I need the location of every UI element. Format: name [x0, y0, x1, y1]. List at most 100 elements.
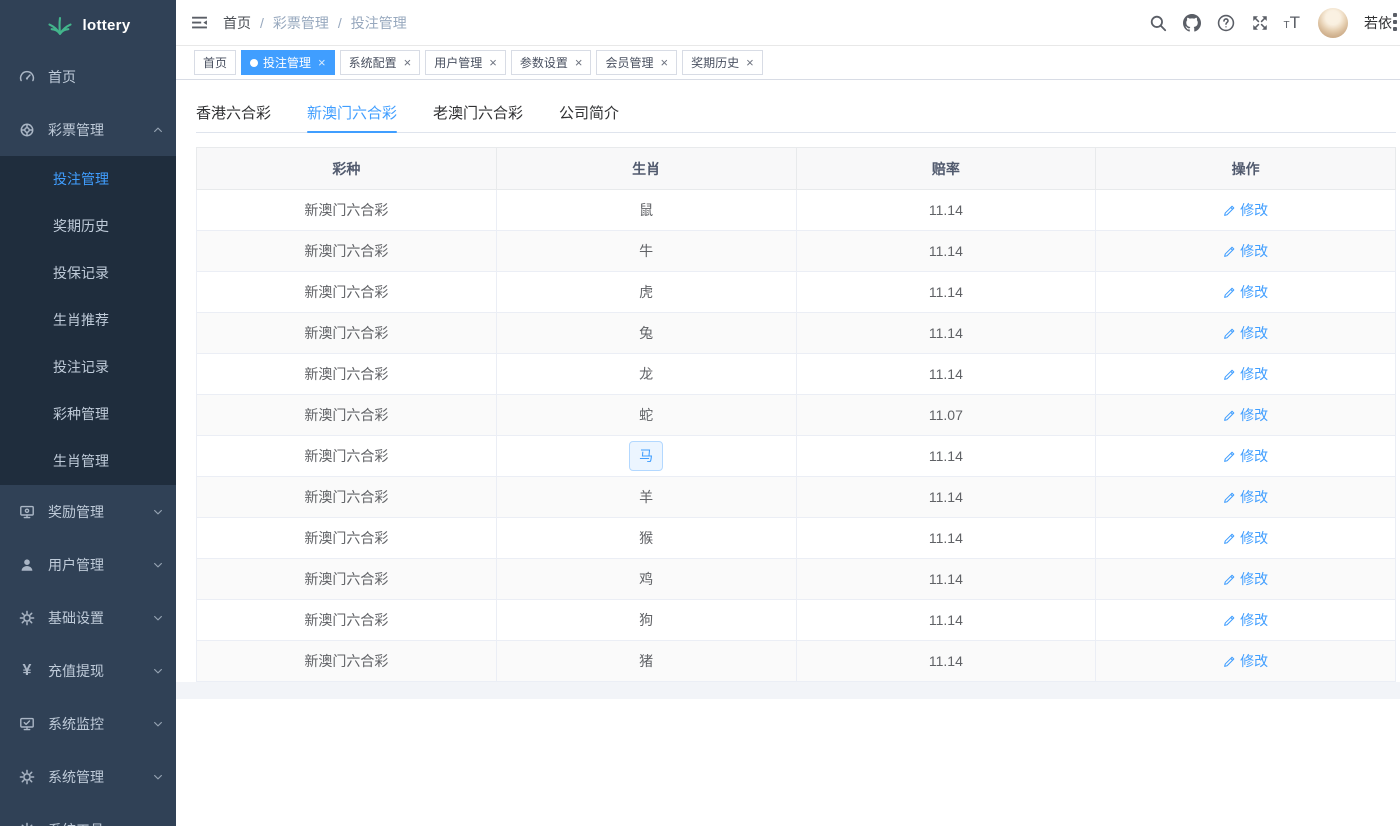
edit-button[interactable]: 修改: [1223, 610, 1268, 630]
cell-odds: 11.14: [796, 231, 1096, 272]
cell-action: 修改: [1096, 313, 1396, 354]
edit-label: 修改: [1240, 282, 1268, 302]
cell-lottery-type: 新澳门六合彩: [197, 231, 497, 272]
logo-text: lottery: [83, 17, 131, 34]
edit-label: 修改: [1240, 323, 1268, 343]
cell-action: 修改: [1096, 436, 1396, 477]
sidebar-item-system-monitor[interactable]: 系统监控: [0, 697, 176, 750]
cell-zodiac: 龙: [496, 354, 796, 395]
monitor-check-icon: [18, 715, 36, 733]
tab-new-macau-lottery[interactable]: 新澳门六合彩: [307, 93, 397, 132]
submenu-item-insure-records[interactable]: 投保记录: [0, 250, 176, 297]
edit-button[interactable]: 修改: [1223, 651, 1268, 671]
submenu-item-draw-history[interactable]: 奖期历史: [0, 203, 176, 250]
sidebar-item-label: 奖励管理: [48, 502, 152, 522]
table-row: 新澳门六合彩龙11.14修改: [197, 354, 1396, 395]
fullscreen-icon[interactable]: [1250, 13, 1270, 33]
odds-table-body: 新澳门六合彩鼠11.14修改新澳门六合彩牛11.14修改新澳门六合彩虎11.14…: [197, 190, 1396, 682]
submenu-item-zodiac-recommend[interactable]: 生肖推荐: [0, 297, 176, 344]
cell-lottery-type: 新澳门六合彩: [197, 395, 497, 436]
sidebar-toggle-icon[interactable]: [176, 0, 223, 45]
gear-icon: [18, 768, 36, 786]
sidebar-item-label: 充值提现: [48, 661, 152, 681]
chevron-down-icon: [152, 771, 164, 783]
edit-button[interactable]: 修改: [1223, 487, 1268, 507]
submenu-item-bet-manage[interactable]: 投注管理: [0, 156, 176, 203]
tag-close-icon[interactable]: ×: [746, 56, 754, 69]
chevron-down-icon: [152, 718, 164, 730]
breadcrumb: 首页 / 彩票管理 / 投注管理: [223, 13, 407, 33]
sidebar-item-home[interactable]: 首页: [0, 50, 176, 103]
tag-home[interactable]: 首页: [194, 50, 236, 75]
leaf-logo-icon: [46, 14, 74, 36]
search-icon[interactable]: [1148, 13, 1168, 33]
column-header: 彩种: [197, 148, 497, 190]
tab-old-macau-lottery[interactable]: 老澳门六合彩: [433, 93, 523, 132]
edit-button[interactable]: 修改: [1223, 200, 1268, 220]
submenu-item-zodiac-manage[interactable]: 生肖管理: [0, 438, 176, 485]
tag-param-settings[interactable]: 参数设置×: [511, 50, 592, 75]
table-row: 新澳门六合彩马11.14修改: [197, 436, 1396, 477]
cell-action: 修改: [1096, 559, 1396, 600]
logo[interactable]: lottery: [0, 0, 176, 50]
tag-bet-manage[interactable]: 投注管理×: [241, 50, 335, 75]
sidebar-item-lottery-manage[interactable]: 彩票管理: [0, 103, 176, 156]
username[interactable]: 若依: [1364, 13, 1392, 33]
cell-odds: 11.14: [796, 600, 1096, 641]
gear-icon: [18, 821, 36, 826]
sidebar-item-system-tools[interactable]: 系统工具: [0, 803, 176, 826]
tag-close-icon[interactable]: ×: [660, 56, 668, 69]
submenu-item-bet-records[interactable]: 投注记录: [0, 344, 176, 391]
breadcrumb-home[interactable]: 首页: [223, 13, 251, 33]
edit-pencil-icon: [1223, 573, 1236, 586]
cell-zodiac: 狗: [496, 600, 796, 641]
lifebuoy-icon: [18, 121, 36, 139]
cell-zodiac: 羊: [496, 477, 796, 518]
tag-close-icon[interactable]: ×: [318, 56, 326, 69]
cell-lottery-type: 新澳门六合彩: [197, 600, 497, 641]
help-icon[interactable]: [1216, 13, 1236, 33]
tag-label: 首页: [203, 54, 227, 71]
sidebar-item-system-manage[interactable]: 系统管理: [0, 750, 176, 803]
tag-label: 奖期历史: [691, 54, 739, 71]
tag-draw-history[interactable]: 奖期历史 ×: [682, 50, 763, 75]
edit-button[interactable]: 修改: [1223, 241, 1268, 261]
table-row: 新澳门六合彩牛11.14修改: [197, 231, 1396, 272]
tag-member-manage[interactable]: 会员管理×: [596, 50, 677, 75]
column-header: 操作: [1096, 148, 1396, 190]
zodiac-badge[interactable]: 马: [629, 441, 663, 471]
monitor-icon: [18, 503, 36, 521]
sidebar-item-label: 系统管理: [48, 767, 152, 787]
tab-hk-lottery[interactable]: 香港六合彩: [196, 93, 271, 132]
edit-button[interactable]: 修改: [1223, 405, 1268, 425]
cell-odds: 11.14: [796, 518, 1096, 559]
submenu-item-lottery-type-manage[interactable]: 彩种管理: [0, 391, 176, 438]
table-row: 新澳门六合彩狗11.14 修改: [197, 600, 1396, 641]
tag-system-config[interactable]: 系统配置×: [340, 50, 421, 75]
edit-button[interactable]: 修改: [1223, 364, 1268, 384]
edit-button[interactable]: 修改: [1223, 569, 1268, 589]
tag-close-icon[interactable]: ×: [404, 56, 412, 69]
edit-button[interactable]: 修改: [1223, 282, 1268, 302]
tag-user-manage[interactable]: 用户管理 ×: [425, 50, 506, 75]
more-options-icon[interactable]: [1393, 13, 1400, 31]
sidebar-item-user-manage[interactable]: 用户管理: [0, 538, 176, 591]
edit-button[interactable]: 修改: [1223, 528, 1268, 548]
edit-button[interactable]: 修改: [1223, 446, 1268, 466]
sidebar-item-basic-settings[interactable]: 基础设置: [0, 591, 176, 644]
font-size-icon[interactable]: TT: [1284, 14, 1301, 31]
table-row: 新澳门六合彩鸡11.14修改: [197, 559, 1396, 600]
tab-company-intro[interactable]: 公司简介: [559, 93, 619, 132]
sidebar-item-reward-manage[interactable]: 奖励管理: [0, 485, 176, 538]
table-row: 新澳门六合彩蛇11.07修改: [197, 395, 1396, 436]
user-avatar[interactable]: [1318, 8, 1348, 38]
cell-zodiac: 鼠: [496, 190, 796, 231]
edit-button[interactable]: 修改: [1223, 323, 1268, 343]
edit-label: 修改: [1240, 405, 1268, 425]
tag-close-icon[interactable]: ×: [575, 56, 583, 69]
tag-label: 用户管理: [434, 54, 482, 71]
breadcrumb-lottery-manage[interactable]: 彩票管理: [273, 13, 329, 33]
sidebar-item-recharge-withdraw[interactable]: ¥充值提现: [0, 644, 176, 697]
tag-close-icon[interactable]: ×: [489, 56, 497, 69]
github-icon[interactable]: [1182, 13, 1202, 33]
